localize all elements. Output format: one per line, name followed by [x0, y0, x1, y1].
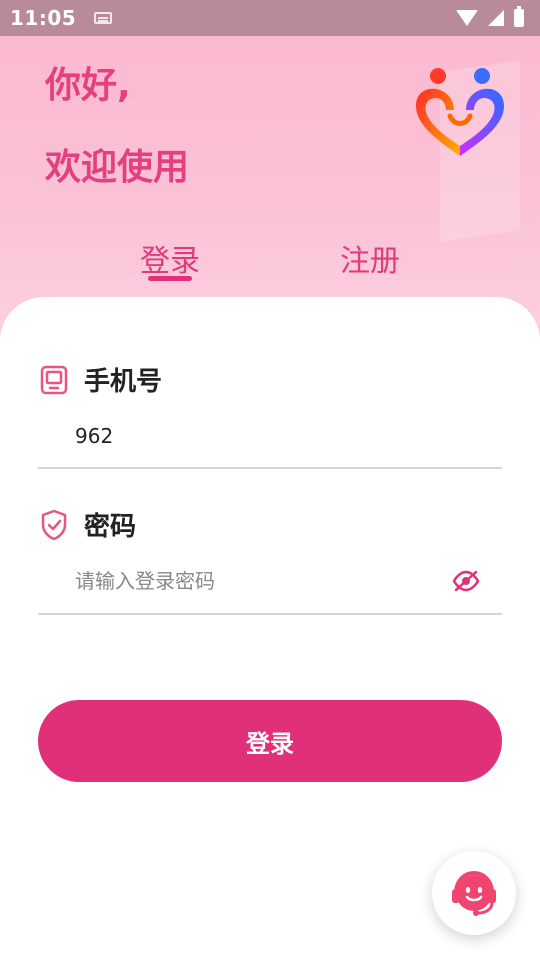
- phone-field[interactable]: 962: [75, 424, 113, 448]
- status-bar: 11:05: [0, 0, 540, 36]
- customer-service-icon: [452, 870, 496, 916]
- greeting-welcome: 欢迎使用: [45, 147, 190, 188]
- phone-icon: [40, 365, 68, 394]
- password-label-row: 密码: [40, 506, 136, 543]
- phone-divider: [38, 467, 502, 469]
- active-tab-indicator: [148, 276, 192, 281]
- password-input[interactable]: [75, 563, 435, 599]
- phone-label: 手机号: [84, 367, 163, 397]
- shield-icon: [41, 509, 67, 540]
- status-time: 11:05: [10, 6, 77, 30]
- status-icons: [456, 6, 524, 27]
- eye-off-icon[interactable]: [452, 570, 480, 592]
- heart-people-logo: [416, 68, 504, 156]
- tab-register[interactable]: 注册: [340, 236, 400, 280]
- signal-icon: [488, 10, 504, 26]
- greeting-hello: 你好,: [45, 65, 131, 106]
- keyboard-icon: [94, 12, 113, 24]
- tab-login[interactable]: 登录: [140, 236, 200, 280]
- customer-service-button[interactable]: [432, 851, 516, 935]
- wifi-icon: [456, 10, 478, 26]
- login-button[interactable]: 登录: [38, 700, 502, 782]
- battery-icon: [514, 6, 524, 27]
- password-divider: [38, 613, 502, 615]
- phone-label-row: 手机号: [40, 361, 162, 398]
- password-label: 密码: [84, 512, 137, 542]
- welcome-header: 你好, 欢迎使用 登录 注册: [0, 36, 540, 336]
